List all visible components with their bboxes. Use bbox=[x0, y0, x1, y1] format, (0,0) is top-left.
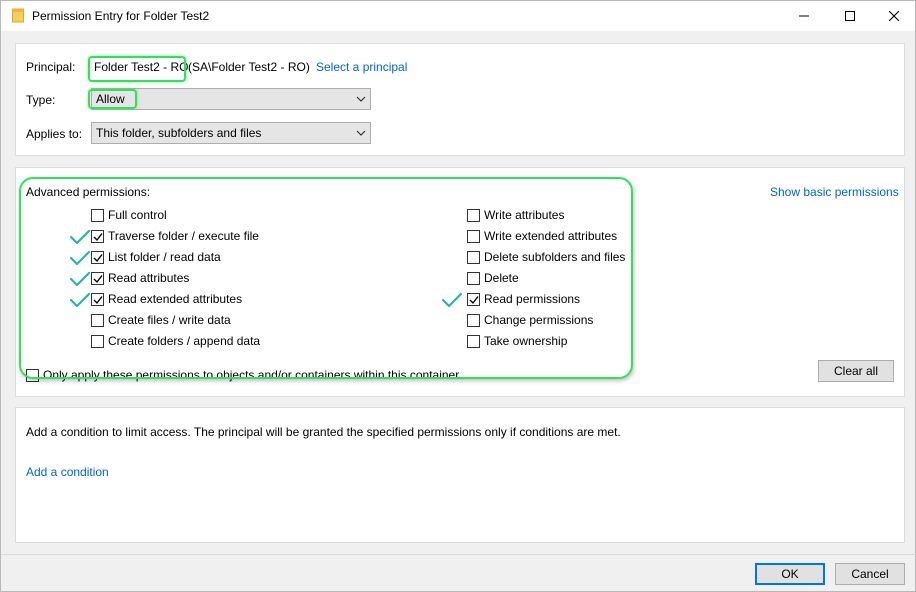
permission-checkbox[interactable] bbox=[91, 208, 104, 222]
condition-description: Add a condition to limit access. The pri… bbox=[26, 425, 621, 439]
permission-label: Read extended attributes bbox=[108, 292, 243, 306]
permission-label: Read permissions bbox=[484, 292, 581, 306]
chevron-down-icon bbox=[356, 130, 366, 136]
permission-checkbox[interactable] bbox=[467, 229, 480, 243]
applies-to-value: This folder, subfolders and files bbox=[96, 126, 262, 140]
checkmark-icon bbox=[93, 253, 103, 262]
checkmark-icon bbox=[93, 274, 103, 283]
applies-to-label: Applies to: bbox=[26, 127, 83, 141]
principal-panel: Principal: Folder Test2 - RO (SA\Folder … bbox=[15, 43, 905, 156]
cancel-button[interactable]: Cancel bbox=[835, 563, 905, 585]
permission-row[interactable]: Create folders / append data bbox=[91, 333, 260, 349]
chevron-down-icon bbox=[356, 96, 366, 102]
maximize-button[interactable] bbox=[827, 1, 873, 31]
only-apply-checkbox[interactable] bbox=[26, 368, 39, 382]
permission-checkbox[interactable] bbox=[467, 334, 480, 348]
permission-label: Read attributes bbox=[108, 271, 190, 285]
permission-label: Write attributes bbox=[484, 208, 565, 222]
clear-all-button[interactable]: Clear all bbox=[818, 360, 894, 382]
close-button[interactable] bbox=[871, 1, 916, 31]
permission-entry-dialog: Permission Entry for Folder Test2 Princi… bbox=[0, 0, 916, 592]
annotation-check-icon bbox=[69, 250, 91, 266]
annotation-check-icon bbox=[69, 271, 91, 287]
permission-checkbox-checked[interactable] bbox=[91, 292, 104, 306]
select-principal-link[interactable]: Select a principal bbox=[316, 60, 407, 74]
permission-row[interactable]: Take ownership bbox=[467, 333, 567, 349]
permission-row[interactable]: Create files / write data bbox=[91, 312, 231, 328]
minimize-button[interactable] bbox=[781, 1, 827, 31]
principal-label: Principal: bbox=[26, 60, 76, 74]
permission-label: Write extended attributes bbox=[484, 229, 618, 243]
principal-path: (SA\Folder Test2 - RO) bbox=[188, 60, 310, 74]
maximize-icon bbox=[845, 11, 855, 21]
permission-row[interactable]: Full control bbox=[91, 207, 167, 223]
title-bar[interactable]: Permission Entry for Folder Test2 bbox=[1, 1, 915, 31]
permission-label: Full control bbox=[108, 208, 167, 222]
add-condition-link[interactable]: Add a condition bbox=[26, 465, 109, 479]
type-label: Type: bbox=[26, 93, 56, 107]
only-apply-checkbox-row[interactable]: Only apply these permissions to objects … bbox=[26, 367, 459, 383]
permission-checkbox[interactable] bbox=[467, 250, 480, 264]
permission-row[interactable]: Read attributes bbox=[91, 270, 189, 286]
permission-label: Take ownership bbox=[484, 334, 568, 348]
checkmark-icon bbox=[93, 295, 103, 304]
principal-name: Folder Test2 - RO bbox=[94, 60, 189, 74]
folder-icon bbox=[12, 8, 24, 23]
permission-label: Create folders / append data bbox=[108, 334, 261, 348]
annotation-check-icon bbox=[69, 229, 91, 245]
permission-label: Delete bbox=[484, 271, 519, 285]
permission-row[interactable]: Delete bbox=[467, 270, 519, 286]
advanced-permissions-panel: Advanced permissions: Show basic permiss… bbox=[15, 167, 905, 397]
show-basic-permissions-link[interactable]: Show basic permissions bbox=[770, 185, 899, 199]
permission-row[interactable]: Traverse folder / execute file bbox=[91, 228, 259, 244]
permission-checkbox-checked[interactable] bbox=[91, 250, 104, 264]
checkmark-icon bbox=[469, 295, 479, 304]
permission-label: List folder / read data bbox=[108, 250, 221, 264]
permission-row[interactable]: Delete subfolders and files bbox=[467, 249, 625, 265]
permission-label: Create files / write data bbox=[108, 313, 231, 327]
only-apply-label: Only apply these permissions to objects … bbox=[43, 368, 460, 382]
permission-row[interactable]: Read permissions bbox=[467, 291, 580, 307]
permission-label: Traverse folder / execute file bbox=[108, 229, 259, 243]
permission-checkbox[interactable] bbox=[467, 271, 480, 285]
permission-checkbox[interactable] bbox=[91, 313, 104, 327]
permission-label: Change permissions bbox=[484, 313, 594, 327]
permission-checkbox-checked[interactable] bbox=[467, 292, 480, 306]
annotation-check-icon bbox=[441, 292, 463, 308]
permission-row[interactable]: Write extended attributes bbox=[467, 228, 617, 244]
permission-checkbox-checked[interactable] bbox=[91, 229, 104, 243]
footer-divider bbox=[1, 554, 916, 555]
permission-checkbox[interactable] bbox=[91, 334, 104, 348]
permission-checkbox-checked[interactable] bbox=[91, 271, 104, 285]
permission-row[interactable]: Read extended attributes bbox=[91, 291, 242, 307]
permission-row[interactable]: Write attributes bbox=[467, 207, 564, 223]
window-title: Permission Entry for Folder Test2 bbox=[32, 9, 210, 23]
minimize-icon bbox=[799, 15, 809, 17]
annotation-check-icon bbox=[69, 292, 91, 308]
permission-label: Delete subfolders and files bbox=[484, 250, 626, 264]
permission-row[interactable]: Change permissions bbox=[467, 312, 593, 328]
permission-row[interactable]: List folder / read data bbox=[91, 249, 221, 265]
checkmark-icon bbox=[93, 232, 103, 241]
close-icon bbox=[889, 11, 899, 21]
type-dropdown[interactable]: Allow bbox=[91, 88, 371, 110]
applies-to-dropdown[interactable]: This folder, subfolders and files bbox=[91, 122, 371, 144]
condition-panel: Add a condition to limit access. The pri… bbox=[15, 407, 905, 543]
advanced-permissions-heading: Advanced permissions: bbox=[26, 185, 151, 199]
ok-button[interactable]: OK bbox=[755, 563, 825, 585]
permission-checkbox[interactable] bbox=[467, 208, 480, 222]
type-value: Allow bbox=[96, 92, 125, 106]
permission-checkbox[interactable] bbox=[467, 313, 480, 327]
